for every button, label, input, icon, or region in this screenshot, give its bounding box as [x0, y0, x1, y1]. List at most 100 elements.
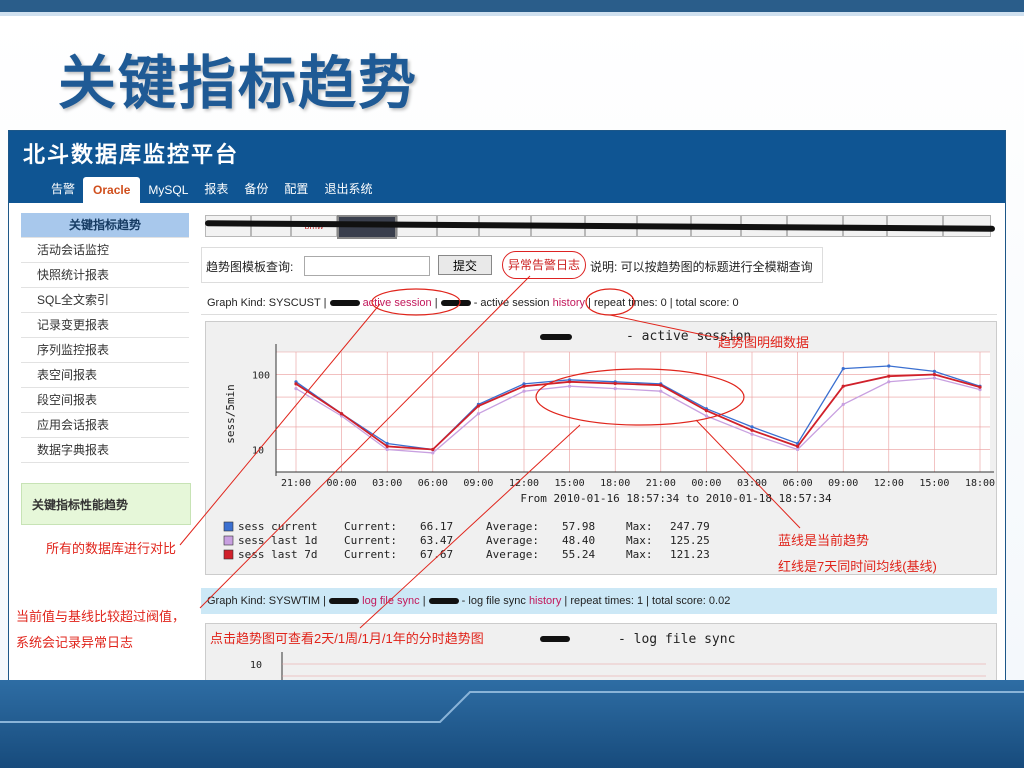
bottom-decoration [0, 691, 1024, 723]
redaction-blot [540, 636, 570, 642]
legend-average-label: Average: [486, 534, 539, 547]
legend-swatch [223, 535, 234, 546]
graph1-metric-link[interactable]: active session [363, 297, 432, 309]
data-point [978, 385, 982, 389]
data-point [841, 367, 845, 371]
x-tick-label: 03:00 [372, 478, 402, 489]
legend-current-value: 63.47 [420, 534, 453, 547]
chart-svg[interactable]: - active session10010sess/5min21:00 00:00… [206, 322, 996, 574]
x-tick-label: 15:00 [919, 478, 949, 489]
chart2-ytick: 10 [250, 660, 262, 671]
data-point [659, 389, 663, 393]
legend-max-label: Max: [626, 520, 653, 533]
app-title: 北斗数据库监控平台 [23, 142, 240, 168]
data-point [522, 389, 526, 393]
bottom-band [0, 680, 1024, 768]
legend-current-label: Current: [344, 548, 397, 561]
y-tick-label: 10 [252, 445, 264, 456]
data-point [385, 447, 389, 452]
graph-kind-bar-1: Graph Kind: SYSCUST | active session | -… [201, 291, 997, 315]
sidebar-item-change-log[interactable]: 记录变更报表 [21, 313, 189, 338]
legend-max-label: Max: [626, 548, 653, 561]
annotation-click: 点击趋势图可查看2天/1周/1月/1年的分时趋势图 [210, 631, 484, 646]
legend-label: sess last 1d [238, 534, 317, 547]
legend-current-value: 66.17 [420, 520, 453, 533]
data-point [887, 374, 891, 378]
graph2-metric-link[interactable]: log file sync [362, 595, 419, 607]
x-tick-label: 03:00 [737, 478, 767, 489]
data-point [932, 372, 937, 377]
x-tick-label: 09:00 [463, 478, 493, 489]
legend-max-value: 121.23 [670, 548, 710, 561]
sidebar-item-key-trend[interactable]: 关键指标趋势 [21, 213, 189, 238]
nav-report[interactable]: 报表 [196, 174, 236, 203]
nav-mysql[interactable]: MySQL [140, 177, 196, 203]
sidebar-item-app-session[interactable]: 应用会话报表 [21, 413, 189, 438]
annotation-red-line: 红线是7天同时间均线(基线) [778, 559, 937, 574]
graph2-suffix: | repeat times: 1 | total score: 0.02 [564, 595, 731, 607]
sidebar-section-perf-trend[interactable]: 关键指标性能趋势 [21, 483, 191, 525]
legend-swatch [223, 521, 234, 532]
data-point [887, 380, 891, 384]
slide-title: 关键指标趋势 [58, 49, 419, 117]
graph2-metric-text: - log file sync [461, 595, 526, 607]
data-point [750, 425, 754, 429]
redaction-blot [440, 300, 471, 307]
legend-max-value: 125.25 [670, 534, 710, 547]
nav-oracle[interactable]: Oracle [83, 177, 141, 203]
data-point [431, 451, 435, 455]
x-tick-label: 00:00 [691, 478, 721, 489]
sidebar-item-sql-index[interactable]: SQL全文索引 [21, 288, 189, 313]
nav-backup[interactable]: 备份 [236, 174, 276, 203]
sidebar-item-tablespace[interactable]: 表空间报表 [21, 363, 189, 388]
graph1-prefix: Graph Kind: SYSCUST | [207, 297, 327, 309]
legend-current-value: 67.67 [420, 548, 453, 561]
x-tick-label: 06:00 [418, 478, 448, 489]
graph1-suffix: | repeat times: 0 | total score: 0 [588, 297, 739, 309]
y-axis-label: sess/5min [224, 384, 237, 444]
legend-average-value: 48.40 [562, 534, 595, 547]
nav-config[interactable]: 配置 [276, 174, 316, 203]
alert-log-link[interactable]: 异常告警日志 [502, 251, 586, 279]
sidebar-item-snapshot[interactable]: 快照统计报表 [21, 263, 189, 288]
legend-average-label: Average: [486, 548, 539, 561]
x-tick-label: 09:00 [828, 478, 858, 489]
sidebar-item-active-session[interactable]: 活动会话监控 [21, 238, 189, 263]
data-point [431, 447, 435, 452]
legend-average-label: Average: [486, 520, 539, 533]
template-query-form: 趋势图模板查询: 提交 异常告警日志 说明: 可以按趋势图的标题进行全模糊查询 [201, 247, 823, 283]
graph1-history-link[interactable]: history [553, 297, 585, 309]
redaction-blot [329, 300, 360, 307]
nav-alert[interactable]: 告警 [43, 174, 83, 203]
nav-logout[interactable]: 退出系统 [316, 174, 380, 203]
submit-button[interactable]: 提交 [438, 255, 492, 275]
data-point [704, 409, 708, 413]
x-tick-label: 12:00 [874, 478, 904, 489]
data-point [476, 404, 480, 408]
active-session-chart[interactable]: - active session 100 10 sess/5min 21:00 00:00… [205, 321, 997, 575]
sidebar-item-dictionary[interactable]: 数据字典报表 [21, 438, 189, 463]
legend-label: sess last 7d [238, 548, 317, 561]
sidebar-item-sequence[interactable]: 序列监控报表 [21, 338, 189, 363]
data-point [294, 387, 298, 391]
data-point [796, 444, 800, 448]
data-point [750, 432, 754, 436]
legend-label: sess current [238, 520, 317, 533]
sidebar-item-segment[interactable]: 段空间报表 [21, 388, 189, 413]
data-point [659, 383, 663, 387]
data-point [340, 412, 344, 416]
x-tick-label: 18:00 [600, 478, 630, 489]
annotation-compare: 所有的数据库进行对比 [46, 541, 177, 556]
data-point [476, 412, 480, 416]
template-query-input[interactable] [304, 256, 430, 276]
plot-area [276, 352, 990, 472]
legend-average-value: 57.98 [562, 520, 595, 533]
data-point [841, 384, 845, 388]
x-tick-label: 21:00 [646, 478, 676, 489]
graph2-history-link[interactable]: history [529, 595, 561, 607]
data-point [613, 387, 617, 391]
x-tick-label: 06:00 [783, 478, 813, 489]
legend-average-value: 55.24 [562, 548, 595, 561]
graph1-metric-text: - active session [473, 297, 550, 309]
x-tick-label: 00:00 [327, 478, 357, 489]
